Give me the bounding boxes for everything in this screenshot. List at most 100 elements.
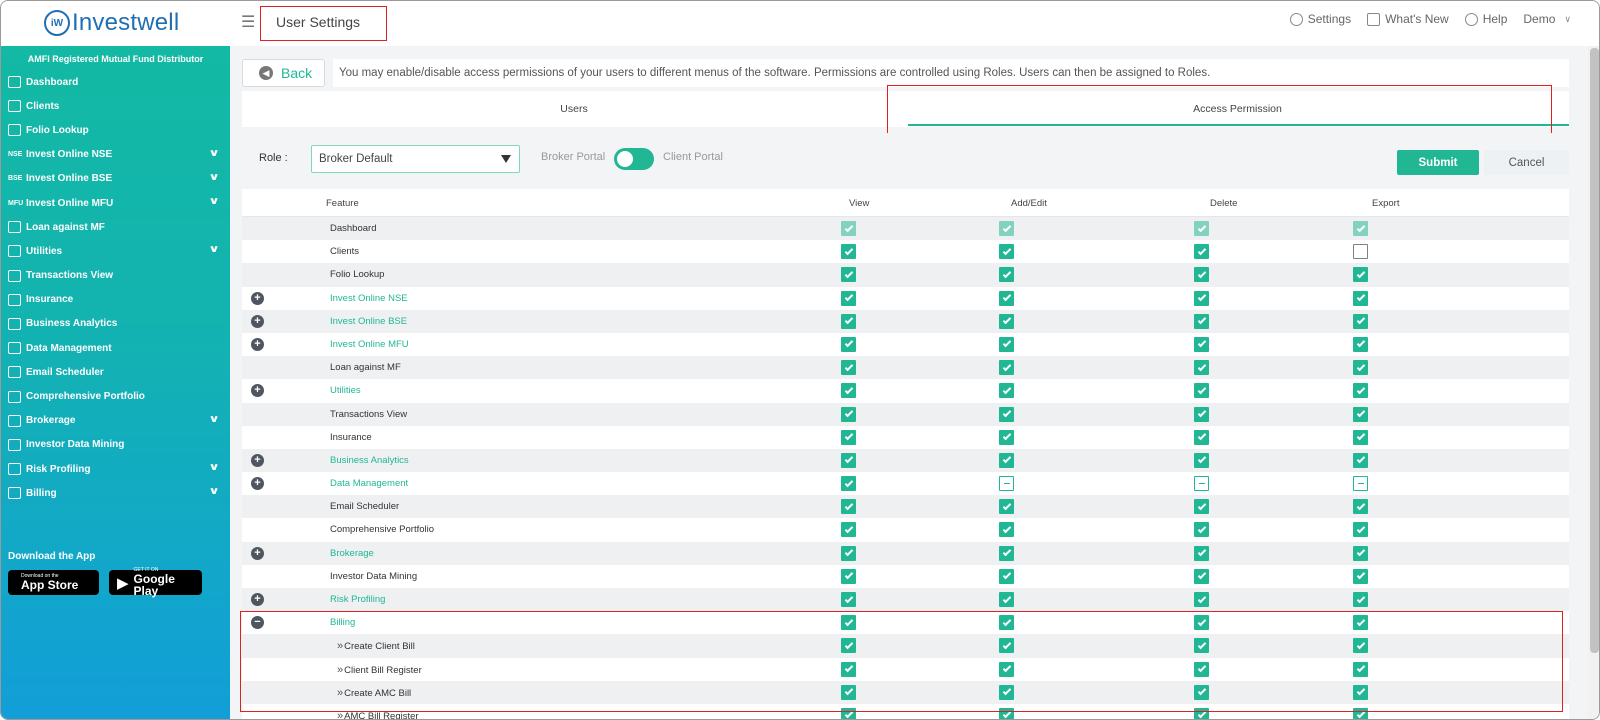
expand-plus-icon[interactable]: + [251,384,264,398]
expand-plus-icon[interactable]: + [251,593,264,606]
user-menu[interactable]: Demo ∨ [1523,12,1571,26]
sidebar-item-brokerage[interactable]: Brokerage ∨ [1,409,230,433]
expand-plus-icon[interactable]: + [251,546,264,560]
permission-checkbox-del[interactable] [1194,267,1209,283]
permission-checkbox-del[interactable] [1194,290,1209,306]
expand-plus-icon[interactable]: + [251,477,264,491]
feature-label[interactable]: Risk Profiling [330,594,385,605]
permission-checkbox-exp[interactable] [1353,360,1368,376]
permission-checkbox-exp[interactable] [1353,429,1368,445]
permission-checkbox-add[interactable] [999,336,1014,352]
feature-label[interactable]: Invest Online MFU [330,339,409,350]
permission-checkbox-view[interactable] [841,313,856,329]
expand-plus-icon[interactable]: + [251,314,264,328]
permission-checkbox-view[interactable] [841,244,856,260]
sidebar-item-transactions-view[interactable]: Transactions View [1,264,230,288]
portal-toggle[interactable] [614,148,654,170]
sidebar-item-utilities[interactable]: Utilities ∨ [1,239,230,263]
permission-checkbox-add[interactable] [999,360,1014,376]
permission-checkbox-del[interactable] [1194,360,1209,376]
sidebar-item-risk-profiling[interactable]: Risk Profiling ∨ [1,457,230,481]
permission-checkbox-exp[interactable] [1353,522,1368,538]
sidebar-item-dashboard[interactable]: Dashboard [1,70,230,94]
permission-checkbox-exp[interactable] [1353,290,1368,306]
permission-checkbox-exp[interactable] [1353,313,1368,329]
google-play-badge[interactable]: ▶ GET IT ON Google Play [109,568,202,597]
permission-checkbox-add[interactable] [999,476,1014,492]
permission-checkbox-add[interactable] [999,383,1014,399]
permission-checkbox-view[interactable] [841,290,856,306]
feature-label[interactable]: Invest Online NSE [330,293,408,304]
permission-checkbox-add[interactable] [999,244,1014,260]
role-select[interactable]: Broker Default [311,145,520,173]
sidebar-item-data-management[interactable]: Data Management [1,336,230,360]
permission-checkbox-view[interactable] [841,429,856,445]
permission-checkbox-exp[interactable] [1353,452,1368,468]
permission-checkbox-del[interactable] [1194,499,1209,515]
permission-checkbox-exp[interactable] [1353,545,1368,561]
permission-checkbox-exp[interactable] [1353,244,1368,260]
permission-checkbox-add[interactable] [999,429,1014,445]
permission-checkbox-del[interactable] [1194,592,1209,607]
permission-checkbox-add[interactable] [999,406,1014,422]
permission-checkbox-del[interactable] [1194,221,1209,236]
sidebar-item-invest-online-nse[interactable]: NSE Invest Online NSE ∨ [1,143,230,167]
whats-new-link[interactable]: What's New [1367,12,1449,26]
permission-checkbox-add[interactable] [999,499,1014,515]
permission-checkbox-del[interactable] [1194,244,1209,260]
sidebar-item-clients[interactable]: Clients [1,94,230,118]
permission-checkbox-exp[interactable] [1353,499,1368,515]
feature-label[interactable]: Utilities [330,385,361,396]
permission-checkbox-view[interactable] [841,360,856,376]
permission-checkbox-view[interactable] [841,406,856,422]
permission-checkbox-add[interactable] [999,522,1014,538]
permission-checkbox-view[interactable] [841,476,856,492]
permission-checkbox-view[interactable] [841,522,856,538]
permission-checkbox-del[interactable] [1194,476,1209,492]
sidebar-item-invest-online-mfu[interactable]: MFU Invest Online MFU ∨ [1,191,230,215]
sidebar-item-loan-against-mf[interactable]: Loan against MF [1,215,230,239]
sidebar-item-invest-online-bse[interactable]: BSE Invest Online BSE ∨ [1,167,230,191]
permission-checkbox-view[interactable] [841,383,856,399]
permission-checkbox-del[interactable] [1194,452,1209,468]
permission-checkbox-view[interactable] [841,499,856,515]
sidebar-item-billing[interactable]: Billing ∨ [1,481,230,505]
sidebar-item-insurance[interactable]: Insurance [1,288,230,312]
permission-checkbox-del[interactable] [1194,522,1209,538]
expand-plus-icon[interactable]: + [251,337,264,351]
permission-checkbox-view[interactable] [841,545,856,561]
permission-checkbox-add[interactable] [999,568,1014,584]
permission-checkbox-del[interactable] [1194,313,1209,329]
permission-checkbox-exp[interactable] [1353,383,1368,399]
feature-label[interactable]: Data Management [330,478,408,489]
sidebar-item-business-analytics[interactable]: Business Analytics [1,312,230,336]
menu-toggle-icon[interactable]: ☰ [241,15,257,31]
permission-checkbox-exp[interactable] [1353,221,1368,236]
permission-checkbox-del[interactable] [1194,406,1209,422]
permission-checkbox-exp[interactable] [1353,592,1368,607]
submit-button[interactable]: Submit [1397,150,1479,175]
permission-checkbox-del[interactable] [1194,429,1209,445]
permission-checkbox-add[interactable] [999,290,1014,306]
permission-checkbox-del[interactable] [1194,568,1209,584]
permission-checkbox-view[interactable] [841,568,856,584]
permission-checkbox-view[interactable] [841,452,856,468]
permission-checkbox-add[interactable] [999,221,1014,236]
permission-checkbox-view[interactable] [841,336,856,352]
permission-checkbox-add[interactable] [999,592,1014,607]
feature-label[interactable]: Business Analytics [330,455,409,466]
permission-checkbox-add[interactable] [999,545,1014,561]
permission-checkbox-exp[interactable] [1353,336,1368,352]
permission-checkbox-exp[interactable] [1353,476,1368,492]
permission-checkbox-view[interactable] [841,267,856,283]
settings-link[interactable]: Settings [1289,12,1351,26]
permission-checkbox-view[interactable] [841,592,856,607]
scrollbar-thumb[interactable] [1590,48,1599,653]
tab-users[interactable]: Users [242,91,906,127]
permission-checkbox-view[interactable] [841,221,856,236]
permission-checkbox-add[interactable] [999,267,1014,283]
sidebar-item-investor-data-mining[interactable]: Investor Data Mining [1,433,230,457]
permission-checkbox-exp[interactable] [1353,568,1368,584]
expand-plus-icon[interactable]: + [251,453,264,467]
back-button[interactable]: ◀ Back [242,59,325,87]
